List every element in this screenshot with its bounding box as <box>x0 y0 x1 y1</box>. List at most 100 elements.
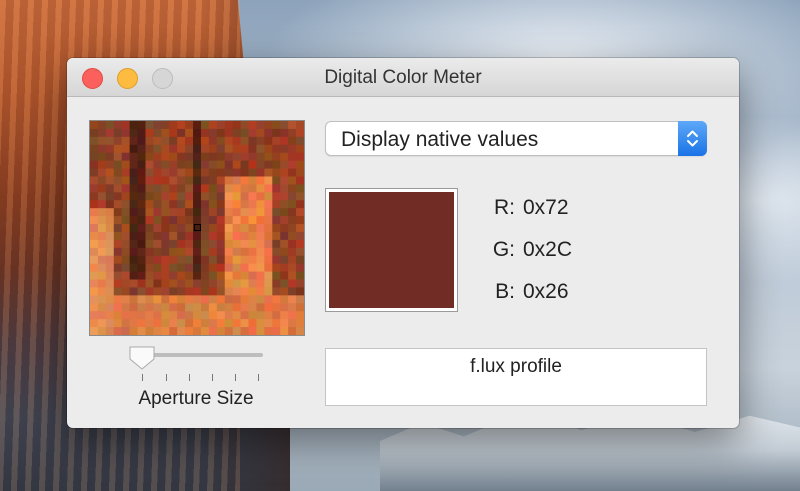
title-bar[interactable]: Digital Color Meter <box>67 58 739 97</box>
magnified-pixel <box>137 287 147 296</box>
magnified-pixel <box>280 128 289 138</box>
slider-tick <box>166 374 167 381</box>
magnified-pixel <box>208 263 218 273</box>
magnified-pixel <box>105 263 115 273</box>
magnified-pixel <box>224 311 234 320</box>
magnified-pixel <box>240 271 250 281</box>
magnified-pixel <box>145 168 155 178</box>
magnified-pixel <box>161 192 170 201</box>
magnified-pixel <box>161 152 170 162</box>
magnified-pixel <box>232 311 242 320</box>
magnified-pixel <box>121 231 131 241</box>
magnified-pixel <box>208 271 218 281</box>
magnified-pixel <box>280 136 289 146</box>
magnified-pixel <box>248 152 258 162</box>
magnified-pixel <box>256 239 265 249</box>
magnified-pixel <box>272 239 281 249</box>
magnified-pixel <box>272 247 281 257</box>
magnified-pixel <box>177 216 186 225</box>
magnified-pixel <box>232 184 242 193</box>
magnified-pixel <box>232 160 242 170</box>
magnified-pixel <box>216 247 226 257</box>
magnified-pixel <box>200 200 210 209</box>
magnified-pixel <box>169 136 178 146</box>
magnified-pixel <box>153 128 162 138</box>
magnified-pixel <box>90 160 99 170</box>
magnified-pixel <box>153 160 162 170</box>
magnified-pixel <box>272 255 281 265</box>
magnified-pixel <box>256 192 265 201</box>
magnified-pixel <box>208 231 218 241</box>
magnified-pixel <box>264 279 273 289</box>
magnified-pixel <box>248 231 258 241</box>
magnified-pixel <box>232 239 242 249</box>
chevron-up-down-icon[interactable] <box>678 121 707 156</box>
magnified-pixel <box>113 216 123 225</box>
magnified-pixel <box>232 208 242 217</box>
magnified-pixel <box>97 136 107 146</box>
magnified-pixel <box>105 255 115 265</box>
magnified-pixel <box>296 184 304 193</box>
magnified-pixel <box>248 327 258 335</box>
magnified-pixel <box>208 287 218 296</box>
magnified-pixel <box>161 168 170 178</box>
magnified-pixel <box>208 327 218 335</box>
magnified-pixel <box>208 303 218 312</box>
magnified-pixel <box>90 200 99 209</box>
magnified-pixel <box>264 327 273 335</box>
magnified-pixel <box>272 176 281 186</box>
magnified-pixel <box>280 121 289 130</box>
magnified-pixel <box>272 136 281 146</box>
magnified-pixel <box>129 128 139 138</box>
magnified-pixel <box>288 136 297 146</box>
magnified-pixel <box>145 239 155 249</box>
magnified-pixel <box>208 160 218 170</box>
magnified-pixel <box>153 311 162 320</box>
magnified-pixel <box>200 271 210 281</box>
magnified-pixel <box>177 255 186 265</box>
magnified-pixel <box>240 247 250 257</box>
magnified-pixel <box>216 160 226 170</box>
magnified-pixel <box>256 271 265 281</box>
magnified-pixel <box>264 128 273 138</box>
magnified-pixel <box>288 184 297 193</box>
magnified-pixel <box>105 160 115 170</box>
magnified-pixel <box>145 136 155 146</box>
magnified-pixel <box>288 160 297 170</box>
magnified-pixel <box>264 247 273 257</box>
magnified-pixel <box>113 327 123 335</box>
magnified-pixel <box>185 311 194 320</box>
magnified-pixel <box>216 231 226 241</box>
magnified-pixel <box>105 224 115 233</box>
magnified-pixel <box>129 168 139 178</box>
magnified-pixel <box>296 287 304 296</box>
magnified-pixel <box>296 176 304 186</box>
aperture-size-slider-knob[interactable] <box>128 345 156 371</box>
magnified-pixel <box>296 200 304 209</box>
magnified-pixel <box>129 255 139 265</box>
magnified-pixel <box>161 319 170 328</box>
magnified-pixel <box>177 239 186 249</box>
magnified-pixel <box>216 311 226 320</box>
magnified-pixel <box>296 128 304 138</box>
magnified-pixel <box>248 239 258 249</box>
magnified-pixel <box>113 287 123 296</box>
magnified-pixel <box>200 192 210 201</box>
magnified-pixel <box>240 128 250 138</box>
magnified-pixel <box>121 144 131 154</box>
magnified-pixel <box>280 295 289 304</box>
magnified-pixel <box>200 231 210 241</box>
magnified-pixel <box>264 239 273 249</box>
magnified-pixel <box>121 128 131 138</box>
magnified-pixel <box>296 160 304 170</box>
display-mode-popup[interactable]: Display native values <box>325 121 707 156</box>
magnified-pixel <box>97 279 107 289</box>
magnified-pixel <box>153 255 162 265</box>
magnified-pixel <box>153 327 162 335</box>
magnified-pixel <box>137 121 147 130</box>
magnified-pixel <box>272 279 281 289</box>
magnified-pixel <box>193 152 202 162</box>
magnified-pixel <box>232 192 242 201</box>
magnified-pixel <box>224 121 234 130</box>
magnified-pixel <box>169 327 178 335</box>
